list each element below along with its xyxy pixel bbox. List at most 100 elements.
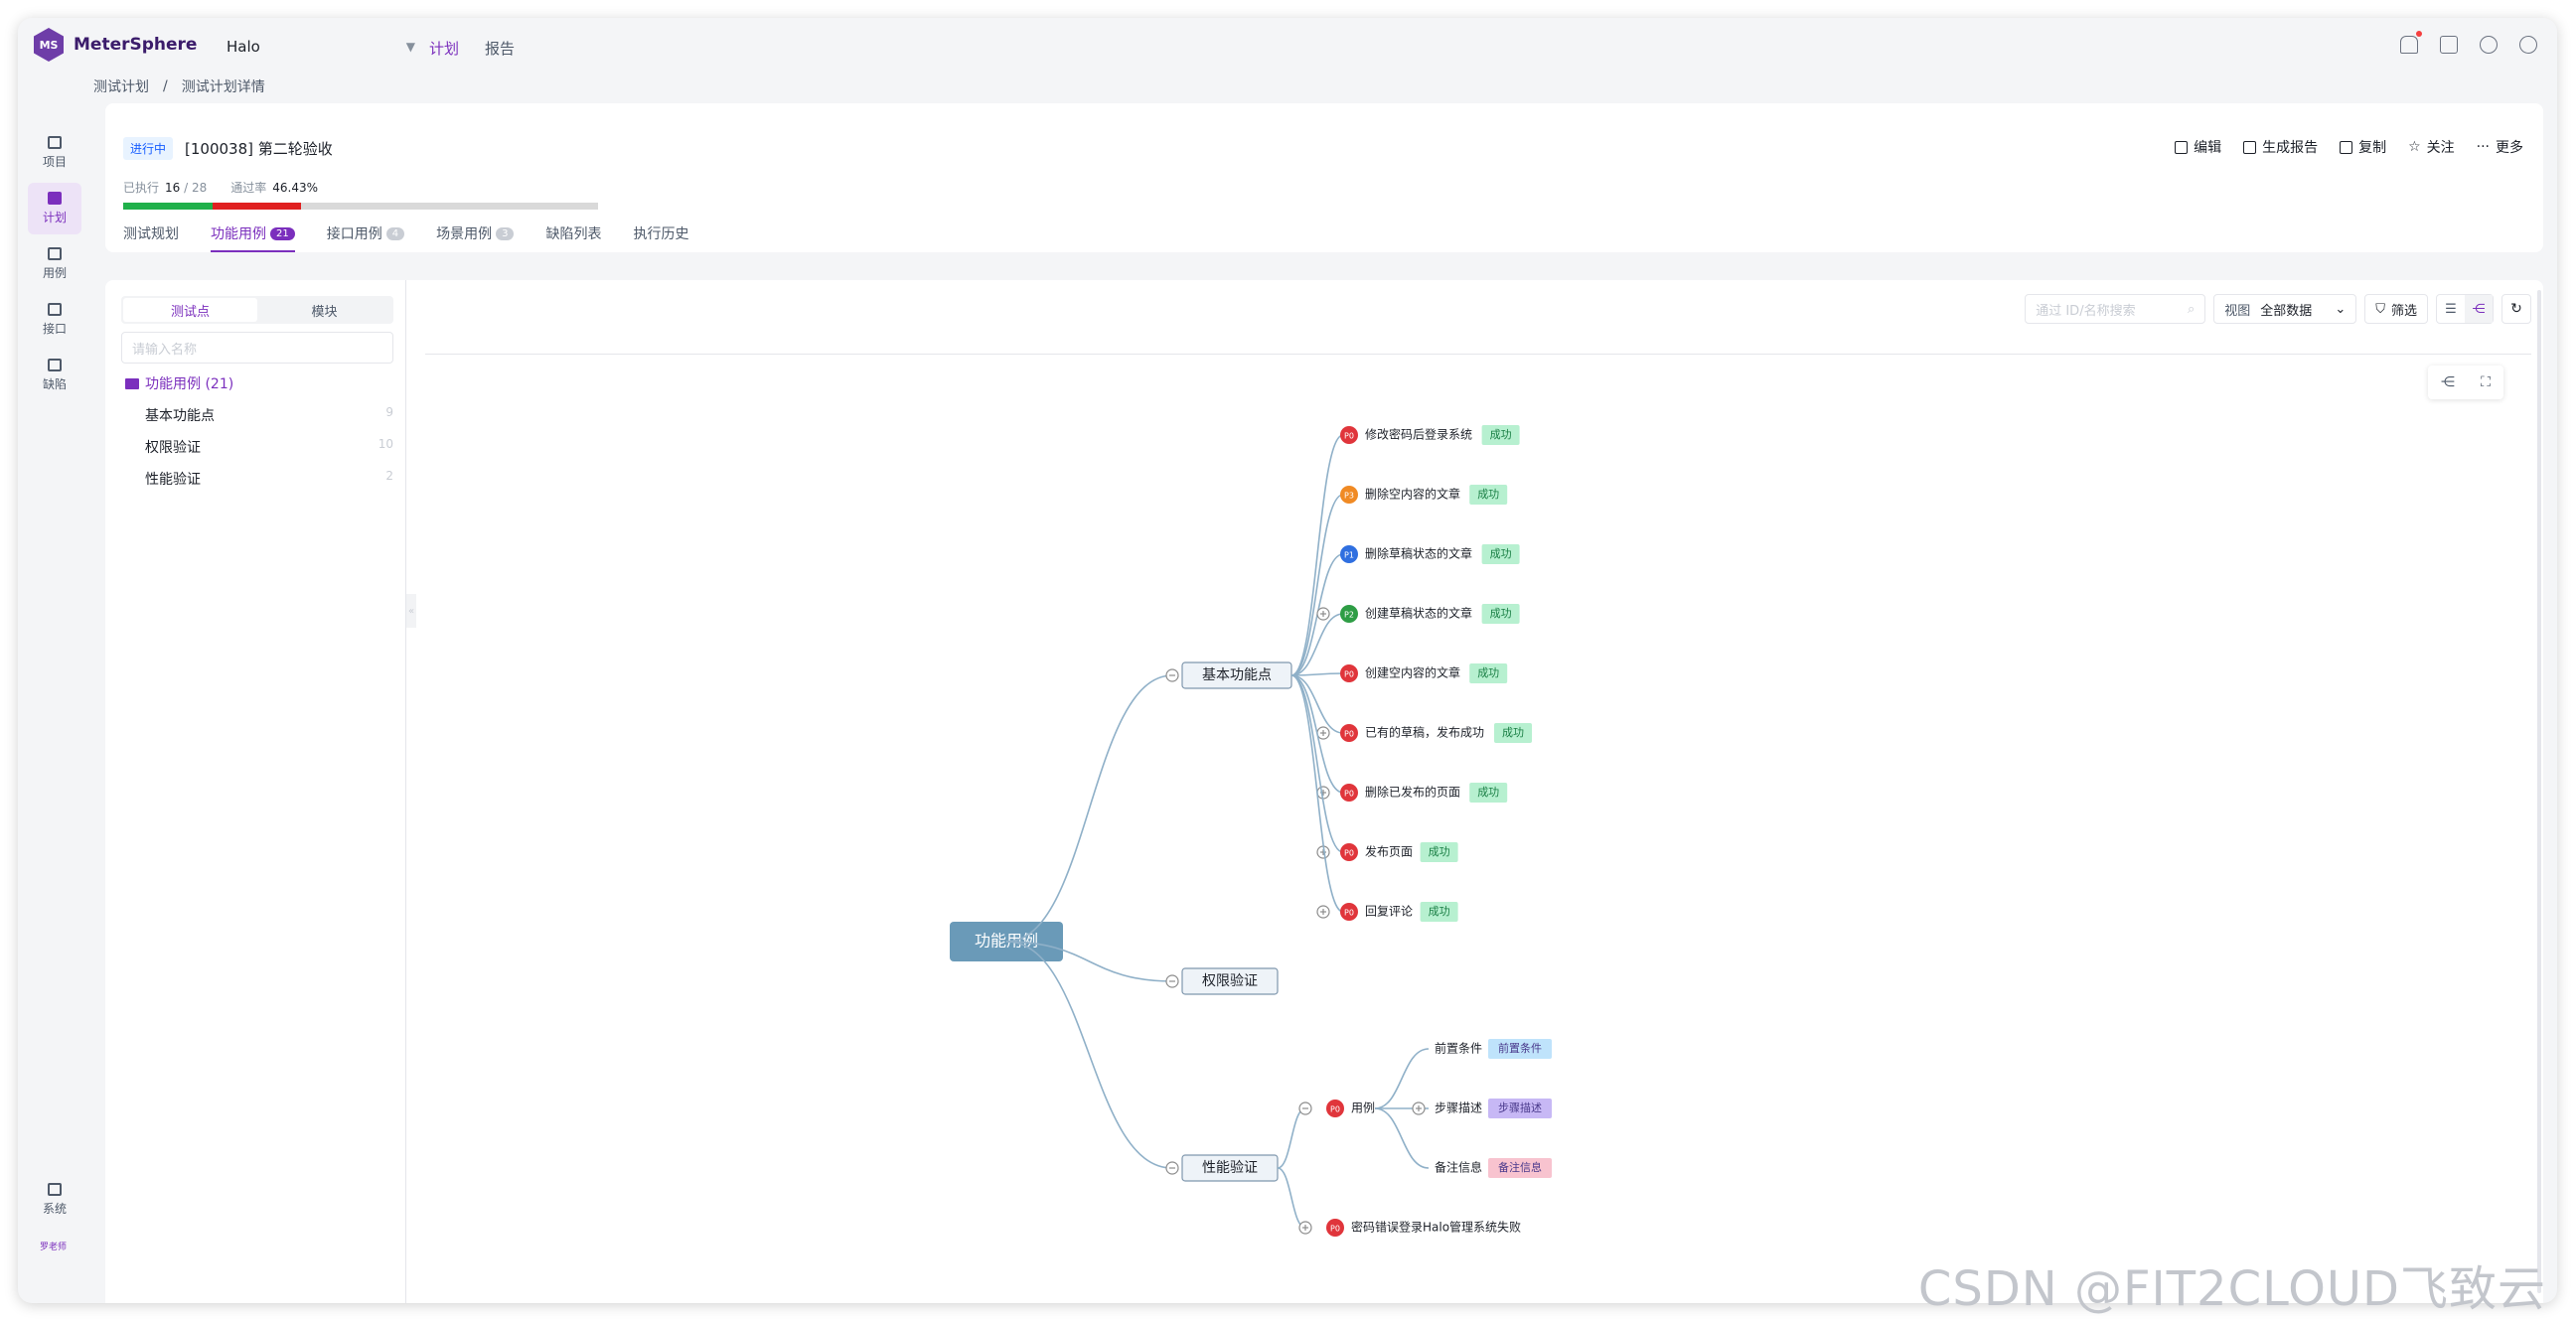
follow-button[interactable]: ☆ 关注 xyxy=(2408,137,2455,157)
breadcrumb-detail: 测试计划详情 xyxy=(181,79,265,95)
bell-icon[interactable] xyxy=(2400,31,2422,54)
result-tag-label: 成功 xyxy=(1477,666,1499,679)
chevron-down-icon: ▼ xyxy=(405,40,415,54)
mindmap-case-link xyxy=(1290,674,1344,853)
field-tag-label: 备注信息 xyxy=(1498,1160,1542,1174)
result-tag-label: 成功 xyxy=(1490,547,1512,560)
priority-label: P0 xyxy=(1344,432,1354,441)
mindmap-field-link xyxy=(1374,1107,1430,1169)
progress-failed xyxy=(212,203,302,210)
pass-rate-stat: 通过率 46.43% xyxy=(230,181,319,195)
mindmap-case-link xyxy=(1290,674,1344,913)
mindmap-branch-link xyxy=(1005,941,1173,1169)
edit-icon xyxy=(2175,140,2189,154)
report-icon xyxy=(2243,140,2257,154)
project-icon xyxy=(48,136,62,149)
mindmap-branch-label: 基本功能点 xyxy=(1202,666,1272,683)
copy-button[interactable]: 复制 xyxy=(2340,137,2386,157)
case-name: 已有的草稿，发布成功 xyxy=(1365,725,1484,740)
main-panel: 测试点 模块 请输入名称 功能用例 (21) 基本功能点 9 权限验证 10 性能验… xyxy=(105,280,2543,1303)
case-name: 删除空内容的文章 xyxy=(1365,487,1460,502)
mindmap-case-link xyxy=(1290,674,1344,794)
tab-api-cases[interactable]: 接口用例 4 xyxy=(327,215,405,252)
case-icon xyxy=(48,247,62,260)
project-name: Halo xyxy=(227,38,260,56)
case-name: 创建空内容的文章 xyxy=(1365,665,1460,680)
top-icons xyxy=(2400,31,2537,54)
system-icon xyxy=(48,1183,62,1196)
case-name: 发布页面 xyxy=(1365,844,1413,859)
case-name: 密码错误登录Halo管理系统失败 xyxy=(1351,1220,1521,1235)
result-tag-label: 成功 xyxy=(1477,488,1499,501)
breadcrumb-sep: / xyxy=(163,78,168,94)
priority-label: P0 xyxy=(1344,790,1354,799)
sidebar-item-label: 项目 xyxy=(42,155,67,169)
field-label: 步骤描述 xyxy=(1435,1101,1482,1115)
field-label: 前置条件 xyxy=(1435,1041,1482,1056)
edit-button[interactable]: 编辑 xyxy=(2175,137,2221,157)
result-tag-label: 成功 xyxy=(1502,726,1524,739)
priority-label: P1 xyxy=(1344,551,1354,560)
mindmap-branch-label: 性能验证 xyxy=(1202,1160,1258,1176)
mindmap-branch-label: 权限验证 xyxy=(1202,973,1258,989)
nav-report[interactable]: 报告 xyxy=(475,32,525,65)
sidebar-item-label: 接口 xyxy=(42,322,67,336)
sidebar-item-plan[interactable]: 计划 xyxy=(28,183,81,234)
copy-icon xyxy=(2340,140,2353,154)
breadcrumb-plan[interactable]: 测试计划 xyxy=(93,76,149,96)
tab-functional-cases[interactable]: 功能用例 21 xyxy=(211,215,295,252)
logo[interactable]: MS MeterSphere xyxy=(34,28,197,62)
more-icon: ··· xyxy=(2476,139,2490,155)
case-name: 删除草稿状态的文章 xyxy=(1365,546,1472,561)
more-button[interactable]: ··· 更多 xyxy=(2477,137,2523,157)
generate-report-button[interactable]: 生成报告 xyxy=(2243,137,2318,157)
progress-passed xyxy=(123,203,213,210)
breadcrumb: 测试计划 / 测试计划详情 xyxy=(93,73,265,99)
plan-tabs: 测试规划 功能用例 21 接口用例 4 场景用例 3 缺陷列表 执行历史 xyxy=(123,215,688,254)
result-tag-label: 成功 xyxy=(1490,428,1512,441)
result-tag-label: 成功 xyxy=(1429,905,1450,918)
mindmap: 功能用例基本功能点权限验证性能验证P0 修改密码后登录系统 成功P3 删除空内容的文章… xyxy=(950,425,1552,1237)
sidebar-item-api[interactable]: 接口 xyxy=(28,294,81,346)
mindmap-case-link xyxy=(1290,494,1344,676)
tab-scenario-cases[interactable]: 场景用例 3 xyxy=(436,215,515,252)
sidebar-item-label: 用例 xyxy=(42,266,67,280)
tab-bug-list[interactable]: 缺陷列表 xyxy=(545,215,601,252)
priority-label: P0 xyxy=(1344,849,1354,858)
sidebar-item-system[interactable]: 系统 xyxy=(28,1174,81,1226)
nav-plan[interactable]: 计划 xyxy=(419,32,469,65)
case-name: 回复评论 xyxy=(1365,905,1413,919)
count-badge: 21 xyxy=(270,226,295,240)
tab-history[interactable]: 执行历史 xyxy=(633,215,688,252)
user-icon[interactable] xyxy=(2519,36,2537,54)
sidebar-item-label: 计划 xyxy=(42,211,67,224)
app-window: MS MeterSphere Halo ▼ 计划 报告 测试计划 / 测试计划详… xyxy=(18,18,2557,1303)
case-name: 修改密码后登录系统 xyxy=(1365,427,1472,442)
help-icon[interactable] xyxy=(2480,36,2498,54)
top-nav: 计划 报告 xyxy=(419,32,525,65)
sidebar-item-bug[interactable]: 缺陷 xyxy=(28,350,81,401)
priority-label: P2 xyxy=(1344,611,1354,620)
sidebar-item-case[interactable]: 用例 xyxy=(28,238,81,290)
plan-icon xyxy=(48,192,62,205)
plan-header: 进行中 [100038] 第二轮验收 已执行 16 / 28 通过率 46.43% … xyxy=(105,103,2543,252)
count-badge: 3 xyxy=(496,226,515,240)
user-avatar[interactable]: 罗老师 xyxy=(40,1240,67,1252)
sidebar-item-project[interactable]: 项目 xyxy=(28,127,81,179)
priority-label: P0 xyxy=(1344,730,1354,739)
mindmap-case-link xyxy=(1277,1167,1306,1229)
executed-stat: 已执行 16 / 28 xyxy=(123,181,208,195)
plan-actions: 编辑 生成报告 复制 ☆ 关注 ··· 更多 xyxy=(2175,137,2523,157)
tab-planning[interactable]: 测试规划 xyxy=(123,215,179,252)
plan-stats: 已执行 16 / 28 通过率 46.43% xyxy=(123,179,318,196)
mindmap-branch-link xyxy=(1005,674,1173,943)
case-name: 删除已发布的页面 xyxy=(1365,785,1460,800)
logo-mark: MS xyxy=(34,28,64,62)
status-badge: 进行中 xyxy=(123,137,174,160)
project-select[interactable]: Halo ▼ xyxy=(227,34,415,60)
sidebar-item-label: 缺陷 xyxy=(42,377,67,391)
result-tag-label: 成功 xyxy=(1429,845,1450,858)
result-tag-label: 成功 xyxy=(1490,607,1512,620)
calendar-icon[interactable] xyxy=(2440,36,2458,54)
priority-label: P3 xyxy=(1344,492,1354,501)
